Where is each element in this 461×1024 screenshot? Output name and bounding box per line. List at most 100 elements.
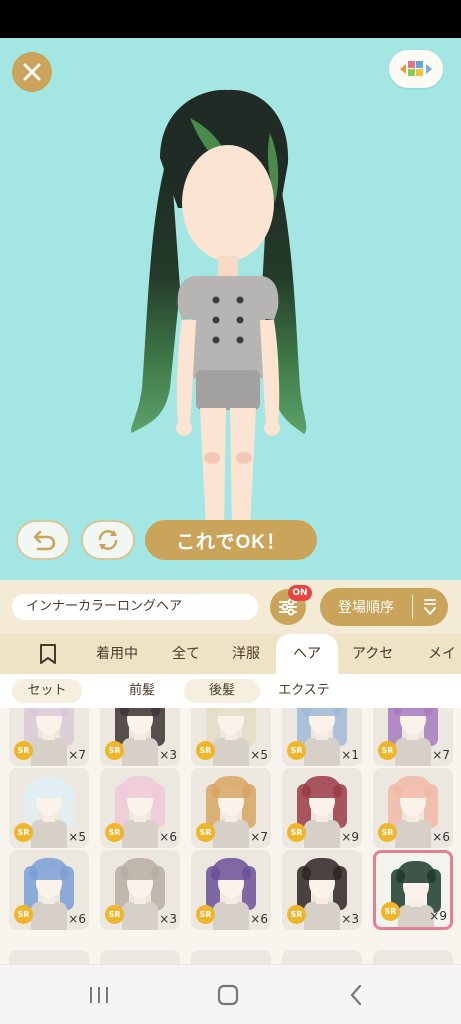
rarity-badge: SR <box>378 741 397 760</box>
hair-item-card[interactable]: SR ×7 <box>373 708 453 766</box>
hair-preview <box>211 858 251 880</box>
tab-makeup[interactable]: メイ <box>428 634 456 674</box>
rarity-badge: SR <box>196 823 215 842</box>
sort-direction-icon[interactable] <box>413 598 447 616</box>
subtab-back-hair[interactable]: 後髪 <box>184 679 260 703</box>
rarity-badge: SR <box>105 905 124 924</box>
owned-count: ×9 <box>429 909 447 923</box>
hair-item-card[interactable]: SR ×5 <box>9 768 89 848</box>
mannequin-body <box>304 820 340 848</box>
owned-count: ×3 <box>159 748 177 762</box>
back-icon[interactable] <box>348 983 364 1007</box>
undo-icon <box>33 530 56 551</box>
rotate-button[interactable] <box>81 520 135 560</box>
hair-item-card[interactable]: SR ×6 <box>373 768 453 848</box>
subtab-set[interactable]: セット <box>12 679 82 703</box>
hair-item-card[interactable] <box>100 950 180 964</box>
hair-preview <box>302 776 342 798</box>
owned-count: ×1 <box>341 748 359 762</box>
item-toolbar: インナーカラーロングヘア ON 登場順序 <box>0 580 461 634</box>
subtab-front-hair[interactable]: 前髪 <box>104 679 180 703</box>
owned-count: ×5 <box>250 748 268 762</box>
sort-label: 登場順序 <box>338 600 394 616</box>
rarity-badge: SR <box>196 741 215 760</box>
system-nav-bar <box>0 964 461 1024</box>
sort-button[interactable]: 登場順序 <box>320 588 448 626</box>
mannequin-body <box>31 738 67 766</box>
close-button[interactable] <box>12 52 52 92</box>
category-tabs: 着用中 全て 洋服 ヘア アクセ メイ <box>0 634 461 674</box>
mannequin-body <box>213 820 249 848</box>
home-icon[interactable] <box>216 983 240 1007</box>
tab-hair[interactable]: ヘア <box>276 634 338 674</box>
rarity-badge: SR <box>287 741 306 760</box>
owned-count: ×9 <box>341 830 359 844</box>
owned-count: ×7 <box>250 830 268 844</box>
hair-item-card[interactable]: SR ×3 <box>100 850 180 930</box>
hair-item-card[interactable] <box>191 950 271 964</box>
hair-item-card[interactable] <box>9 950 89 964</box>
hair-item-card[interactable]: SR ×3 <box>282 850 362 930</box>
bookmark-icon[interactable] <box>38 643 58 665</box>
hair-item-card[interactable]: SR ×7 <box>191 768 271 848</box>
rarity-badge: SR <box>14 823 33 842</box>
rarity-badge: SR <box>105 741 124 760</box>
owned-count: ×3 <box>159 912 177 926</box>
hair-preview <box>120 858 160 880</box>
filter-on-badge: ON <box>288 585 312 601</box>
rarity-badge: SR <box>378 823 397 842</box>
tab-all[interactable]: 全て <box>172 634 200 674</box>
hair-item-card[interactable]: SR ×6 <box>100 768 180 848</box>
mannequin-body <box>395 820 431 848</box>
confirm-button[interactable]: これでOK！ <box>145 520 317 560</box>
hair-item-card[interactable]: SR ×3 <box>100 708 180 766</box>
undo-button[interactable] <box>16 520 70 560</box>
rarity-badge: SR <box>105 823 124 842</box>
hair-item-card[interactable]: SR ×6 <box>9 850 89 930</box>
rotate-icon <box>98 530 118 550</box>
hair-preview <box>302 708 342 716</box>
hair-preview <box>211 708 251 716</box>
close-icon <box>23 63 41 81</box>
stage-controls: これでOK！ <box>0 520 461 564</box>
mannequin-body <box>122 902 158 930</box>
mannequin-body <box>122 820 158 848</box>
hair-preview <box>302 858 342 880</box>
mannequin-body <box>395 738 431 766</box>
hair-preview <box>29 776 69 798</box>
hair-preview <box>29 858 69 880</box>
sort-divider <box>412 595 413 619</box>
avatar-stage: これでOK！ <box>0 38 461 580</box>
owned-count: ×7 <box>432 748 450 762</box>
owned-count: ×6 <box>68 912 86 926</box>
hair-item-card[interactable]: SR ×9 <box>282 768 362 848</box>
owned-count: ×3 <box>341 912 359 926</box>
recent-apps-icon[interactable] <box>88 985 110 1005</box>
owned-count: ×6 <box>432 830 450 844</box>
hair-item-card[interactable]: SR ×7 <box>9 708 89 766</box>
owned-count: ×7 <box>68 748 86 762</box>
hair-item-card[interactable]: SR ×1 <box>282 708 362 766</box>
hair-preview <box>29 708 69 716</box>
hair-item-card[interactable] <box>373 950 453 964</box>
status-bar <box>0 0 461 38</box>
hair-preview <box>120 776 160 798</box>
layout-grid-icon <box>400 61 432 76</box>
subtab-extensions[interactable]: エクステ <box>266 679 342 703</box>
avatar-figure <box>131 89 307 550</box>
hair-subtabs: セット 前髪 後髪 エクステ <box>0 674 461 708</box>
hair-preview <box>393 776 433 798</box>
hair-item-card[interactable]: SR ×9 <box>373 850 453 930</box>
selected-item-name: インナーカラーロングヘア <box>12 594 258 620</box>
mannequin-body <box>122 738 158 766</box>
tab-wearing[interactable]: 着用中 <box>96 634 138 674</box>
layout-toggle-button[interactable] <box>389 50 443 88</box>
hair-item-card[interactable] <box>282 950 362 964</box>
tab-clothes[interactable]: 洋服 <box>232 634 260 674</box>
tab-accessories[interactable]: アクセ <box>352 634 393 674</box>
mannequin-body <box>304 738 340 766</box>
hair-item-card[interactable]: SR ×5 <box>191 708 271 766</box>
owned-count: ×6 <box>159 830 177 844</box>
hair-item-card[interactable]: SR ×6 <box>191 850 271 930</box>
rarity-badge: SR <box>196 905 215 924</box>
